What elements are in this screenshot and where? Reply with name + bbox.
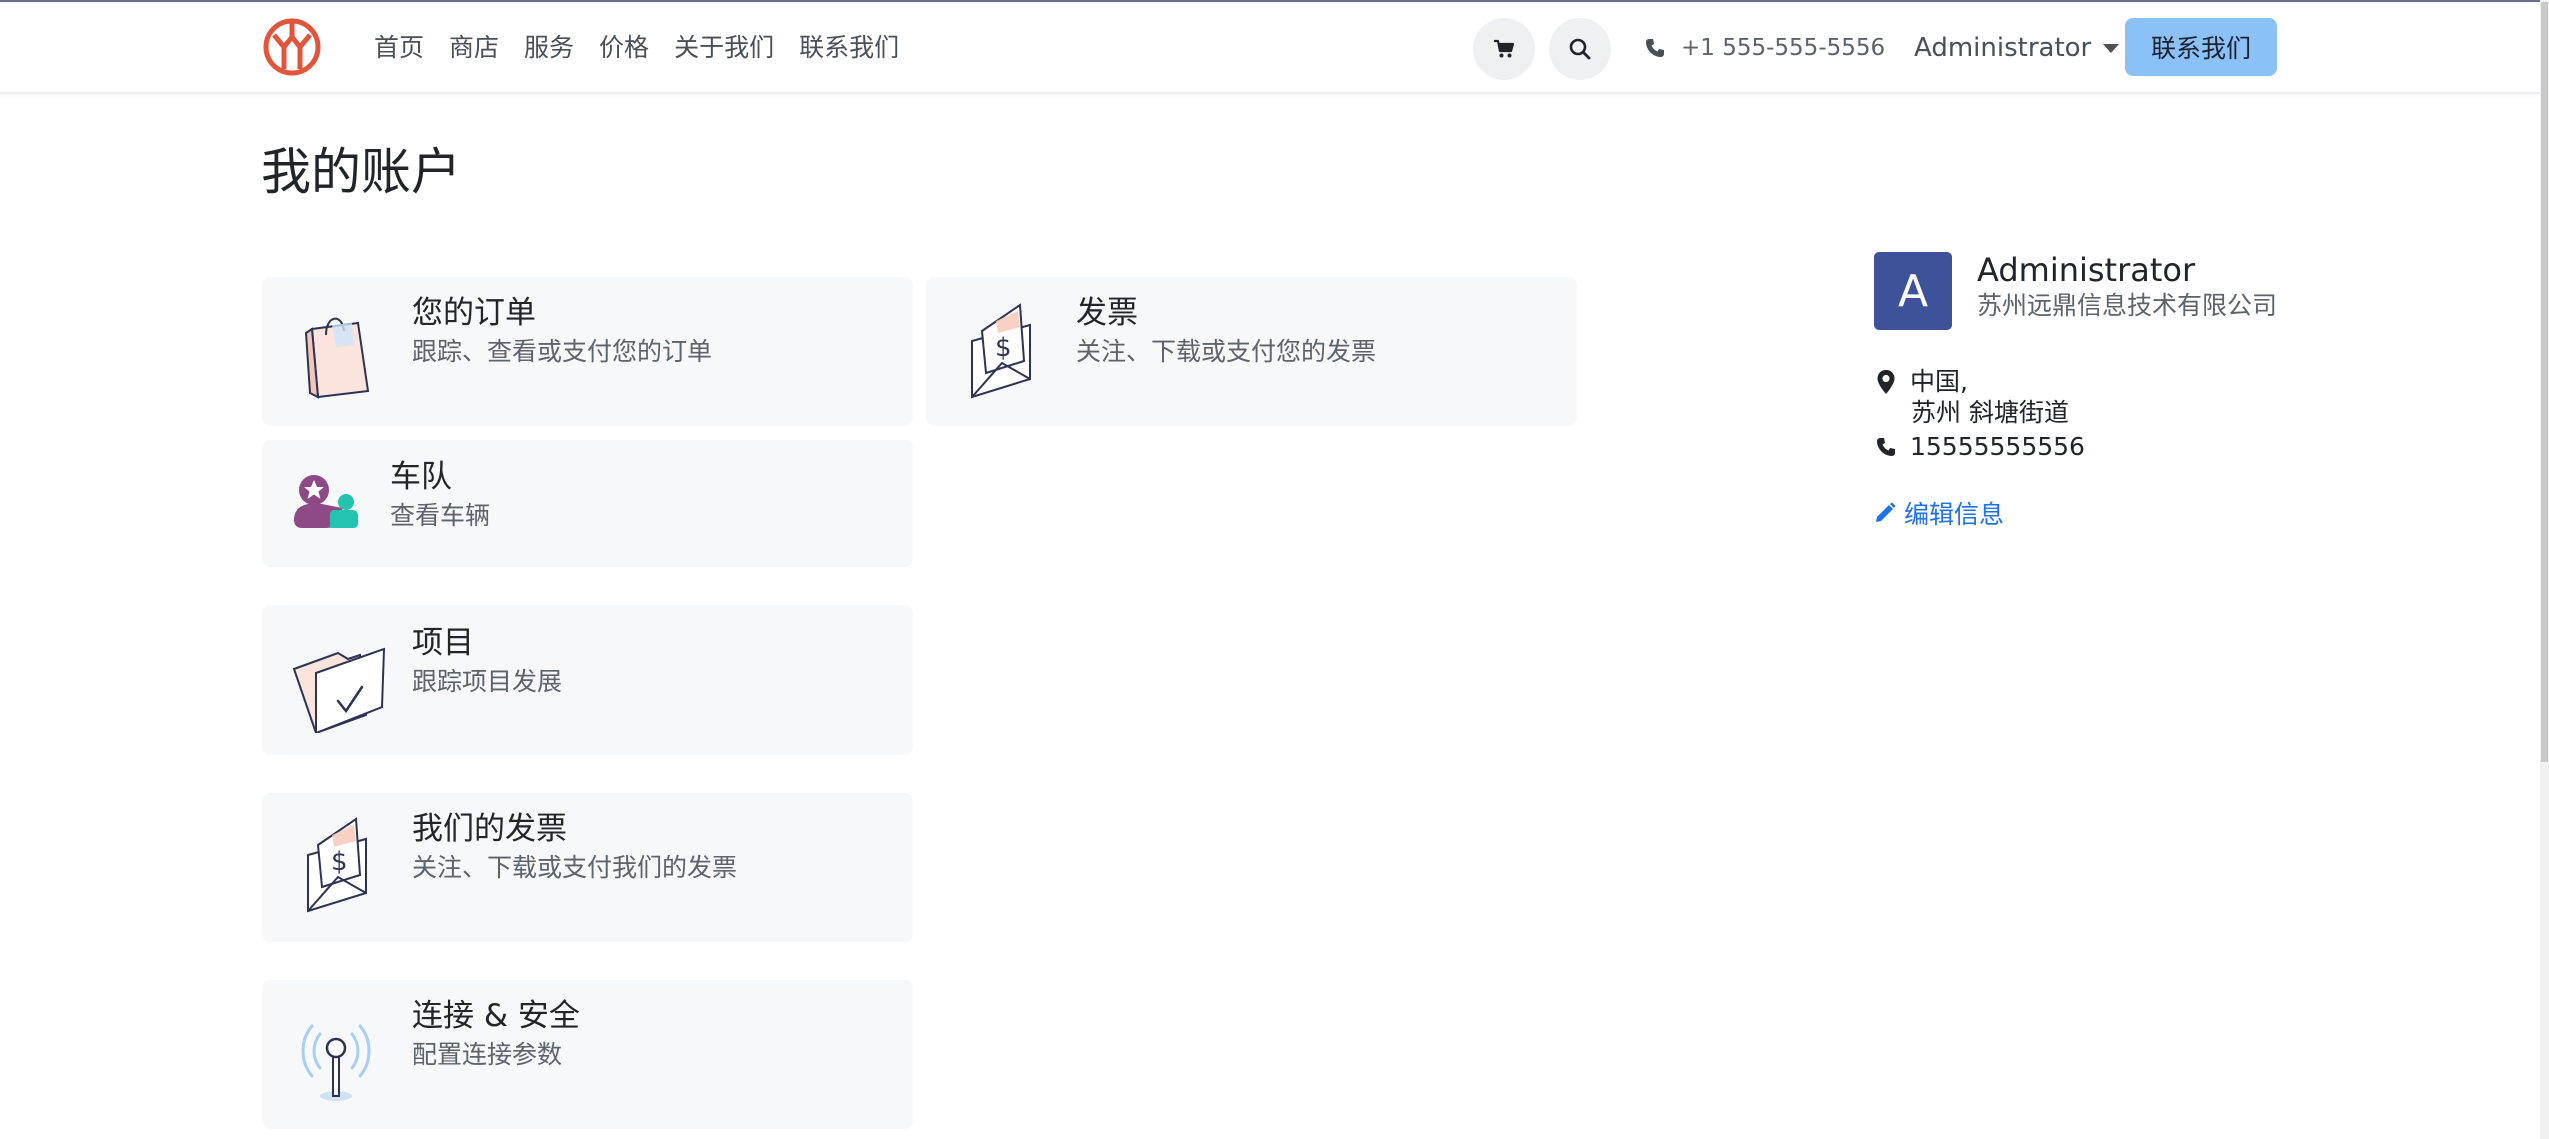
invoice-envelope-icon: $: [966, 301, 1036, 405]
nav-item-home[interactable]: 首页: [374, 32, 424, 64]
nav-item-pricing[interactable]: 价格: [599, 32, 649, 64]
svg-text:$: $: [331, 847, 348, 877]
page-title: 我的账户: [261, 143, 461, 201]
nav-item-contact[interactable]: 联系我们: [799, 32, 899, 64]
profile-phone-number: 15555555556: [1910, 432, 2085, 461]
nav-item-services[interactable]: 服务: [524, 32, 574, 64]
shopping-bag-icon: [298, 301, 374, 405]
profile-phone: 15555555556: [1876, 432, 2085, 461]
svg-text:$: $: [995, 333, 1012, 363]
cart-button[interactable]: [1473, 18, 1535, 80]
avatar: A: [1874, 252, 1952, 330]
card-orders[interactable]: 您的订单 跟踪、查看或支付您的订单: [262, 277, 913, 426]
card-title: 您的订单: [412, 295, 536, 331]
project-folder-icon: [290, 629, 390, 737]
contact-us-button[interactable]: 联系我们: [2125, 18, 2277, 76]
invoice-envelope-icon: $: [302, 815, 372, 919]
card-fleet[interactable]: 车队 查看车辆: [262, 440, 913, 567]
search-icon: [1569, 38, 1591, 60]
top-navbar: 首页 商店 服务 价格 关于我们 联系我们 +1 555-555-5556 Ad…: [0, 2, 2540, 94]
nav-item-shop[interactable]: 商店: [449, 32, 499, 64]
card-title: 我们的发票: [412, 811, 567, 847]
cart-icon: [1494, 39, 1515, 58]
card-description: 关注、下载或支付我们的发票: [412, 853, 738, 882]
card-title: 发票: [1076, 295, 1138, 331]
map-marker-icon: [1877, 370, 1895, 394]
card-description: 查看车辆: [390, 501, 491, 530]
user-menu-label: Administrator: [1914, 33, 2092, 63]
page-scrollbar-thumb[interactable]: [2541, 2, 2548, 762]
chevron-down-icon: [2103, 43, 2120, 53]
pencil-icon: [1876, 502, 1896, 522]
search-button[interactable]: [1549, 18, 1611, 80]
card-title: 项目: [412, 625, 474, 661]
header-phone[interactable]: +1 555-555-5556: [1645, 32, 1885, 64]
card-description: 跟踪、查看或支付您的订单: [412, 337, 713, 366]
card-invoices[interactable]: $ 发票 关注、下载或支付您的发票: [926, 277, 1577, 426]
user-menu-dropdown[interactable]: Administrator: [1914, 30, 2120, 66]
nav-item-about[interactable]: 关于我们: [674, 32, 774, 64]
edit-profile-link[interactable]: 编辑信息: [1874, 495, 2004, 531]
card-connection-security[interactable]: 连接 & 安全 配置连接参数: [262, 980, 913, 1129]
header-phone-number: +1 555-555-5556: [1681, 35, 1886, 61]
card-our-invoices[interactable]: $ 我们的发票 关注、下载或支付我们的发票: [262, 793, 913, 942]
card-description: 配置连接参数: [412, 1040, 563, 1069]
phone-icon: [1646, 39, 1664, 57]
phone-icon: [1877, 437, 1895, 456]
profile-name: Administrator: [1977, 251, 2196, 289]
card-projects[interactable]: 项目 跟踪项目发展: [262, 605, 913, 755]
fleet-icon: [292, 468, 360, 540]
address-line-country: 中国,: [1910, 367, 1968, 396]
address-line-city: 苏州 斜塘街道: [1911, 398, 2069, 427]
card-title: 车队: [390, 459, 452, 495]
antenna-icon: [298, 1008, 374, 1108]
brand-logo-icon[interactable]: [262, 17, 322, 77]
profile-address: 中国, 苏州 斜塘街道: [1876, 366, 2069, 428]
card-description: 关注、下载或支付您的发票: [1076, 337, 1377, 366]
main-nav: 首页 商店 服务 价格 关于我们 联系我们: [374, 32, 899, 64]
edit-profile-label: 编辑信息: [1904, 500, 2005, 529]
card-description: 跟踪项目发展: [412, 667, 563, 696]
profile-company: 苏州远鼎信息技术有限公司: [1977, 291, 2278, 320]
card-title: 连接 & 安全: [412, 998, 580, 1034]
